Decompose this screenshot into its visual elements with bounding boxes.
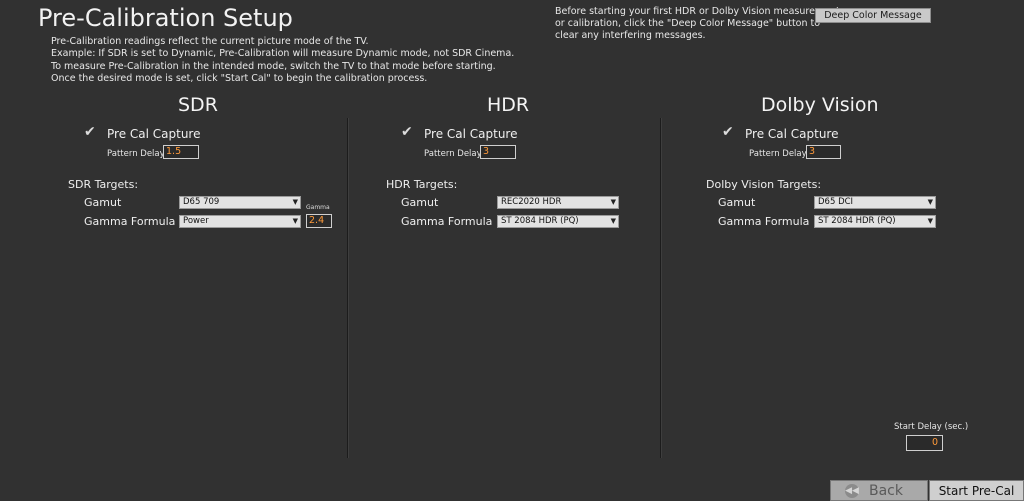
sdr-gamut-label: Gamut	[84, 196, 122, 209]
deep-color-note-line-3: clear any interfering messages.	[555, 30, 706, 41]
intro-line-2: Example: If SDR is set to Dynamic, Pre-C…	[51, 48, 515, 59]
intro-line-3: To measure Pre-Calibration in the intend…	[51, 61, 496, 72]
sdr-gamma-label: Gamma	[306, 204, 330, 211]
chevron-down-icon: ▼	[927, 217, 933, 225]
back-arrow-icon: ◀◀	[845, 484, 859, 498]
deep-color-note-line-1: Before starting your first HDR or Dolby …	[555, 6, 840, 17]
dv-precal-checkbox[interactable]: ✔	[722, 124, 734, 140]
chevron-down-icon: ▼	[927, 198, 933, 206]
hdr-targets-label: HDR Targets:	[386, 178, 458, 191]
hdr-gamma-formula-value: ST 2084 HDR (PQ)	[501, 216, 579, 226]
dv-gamma-formula-label: Gamma Formula	[718, 215, 810, 228]
back-button[interactable]: ◀◀ Back	[830, 480, 928, 501]
intro-line-1: Pre-Calibration readings reflect the cur…	[51, 36, 369, 47]
hdr-gamut-dropdown[interactable]: REC2020 HDR ▼	[497, 196, 619, 209]
dolby-vision-section-title: Dolby Vision	[761, 94, 879, 116]
sdr-section-title: SDR	[178, 94, 218, 116]
deep-color-message-button[interactable]: Deep Color Message	[815, 8, 931, 23]
dv-precal-capture-label: Pre Cal Capture	[745, 127, 839, 141]
hdr-gamma-formula-label: Gamma Formula	[401, 215, 493, 228]
start-delay-label: Start Delay (sec.)	[894, 422, 969, 432]
sdr-gamut-value: D65 709	[183, 197, 220, 207]
dv-targets-label: Dolby Vision Targets:	[706, 178, 822, 191]
sdr-precal-checkbox[interactable]: ✔	[84, 124, 96, 140]
dv-gamut-label: Gamut	[718, 196, 756, 209]
dv-gamma-formula-value: ST 2084 HDR (PQ)	[818, 216, 896, 226]
sdr-gamma-formula-dropdown[interactable]: Power ▼	[179, 215, 301, 228]
checkmark-icon: ✔	[722, 124, 734, 140]
deep-color-note-line-2: or calibration, click the "Deep Color Me…	[555, 18, 821, 29]
dv-gamut-dropdown[interactable]: D65 DCI ▼	[814, 196, 936, 209]
chevron-down-icon: ▼	[292, 198, 298, 206]
dv-pattern-delay-input[interactable]: 3	[806, 145, 841, 159]
back-button-label: Back	[869, 483, 903, 499]
chevron-down-icon: ▼	[610, 217, 616, 225]
intro-line-4: Once the desired mode is set, click "Sta…	[51, 73, 428, 84]
divider-right	[660, 118, 662, 458]
sdr-precal-capture-label: Pre Cal Capture	[107, 127, 201, 141]
sdr-pattern-delay-input[interactable]: 1.5	[163, 145, 199, 159]
divider-left	[347, 118, 349, 458]
hdr-pattern-delay-input[interactable]: 3	[480, 145, 516, 159]
hdr-precal-checkbox[interactable]: ✔	[401, 124, 413, 140]
page-title: Pre-Calibration Setup	[38, 4, 293, 32]
checkmark-icon: ✔	[401, 124, 413, 140]
dv-pattern-delay-label: Pattern Delay:	[749, 149, 809, 159]
dv-gamut-value: D65 DCI	[818, 197, 854, 207]
hdr-pattern-delay-label: Pattern Delay:	[424, 149, 484, 159]
sdr-gamma-formula-value: Power	[183, 216, 209, 226]
hdr-gamma-formula-dropdown[interactable]: ST 2084 HDR (PQ) ▼	[497, 215, 619, 228]
hdr-precal-capture-label: Pre Cal Capture	[424, 127, 518, 141]
hdr-section-title: HDR	[487, 94, 530, 116]
hdr-gamut-value: REC2020 HDR	[501, 197, 562, 207]
chevron-down-icon: ▼	[610, 198, 616, 206]
sdr-gamma-formula-label: Gamma Formula	[84, 215, 176, 228]
sdr-targets-label: SDR Targets:	[68, 178, 139, 191]
start-delay-input[interactable]: 0	[906, 435, 943, 451]
sdr-gamma-input[interactable]: 2.4	[306, 214, 332, 228]
start-precal-button[interactable]: Start Pre-Cal	[929, 480, 1024, 501]
sdr-gamut-dropdown[interactable]: D65 709 ▼	[179, 196, 301, 209]
dv-gamma-formula-dropdown[interactable]: ST 2084 HDR (PQ) ▼	[814, 215, 936, 228]
hdr-gamut-label: Gamut	[401, 196, 439, 209]
sdr-pattern-delay-label: Pattern Delay:	[107, 149, 167, 159]
checkmark-icon: ✔	[84, 124, 96, 140]
chevron-down-icon: ▼	[292, 217, 298, 225]
